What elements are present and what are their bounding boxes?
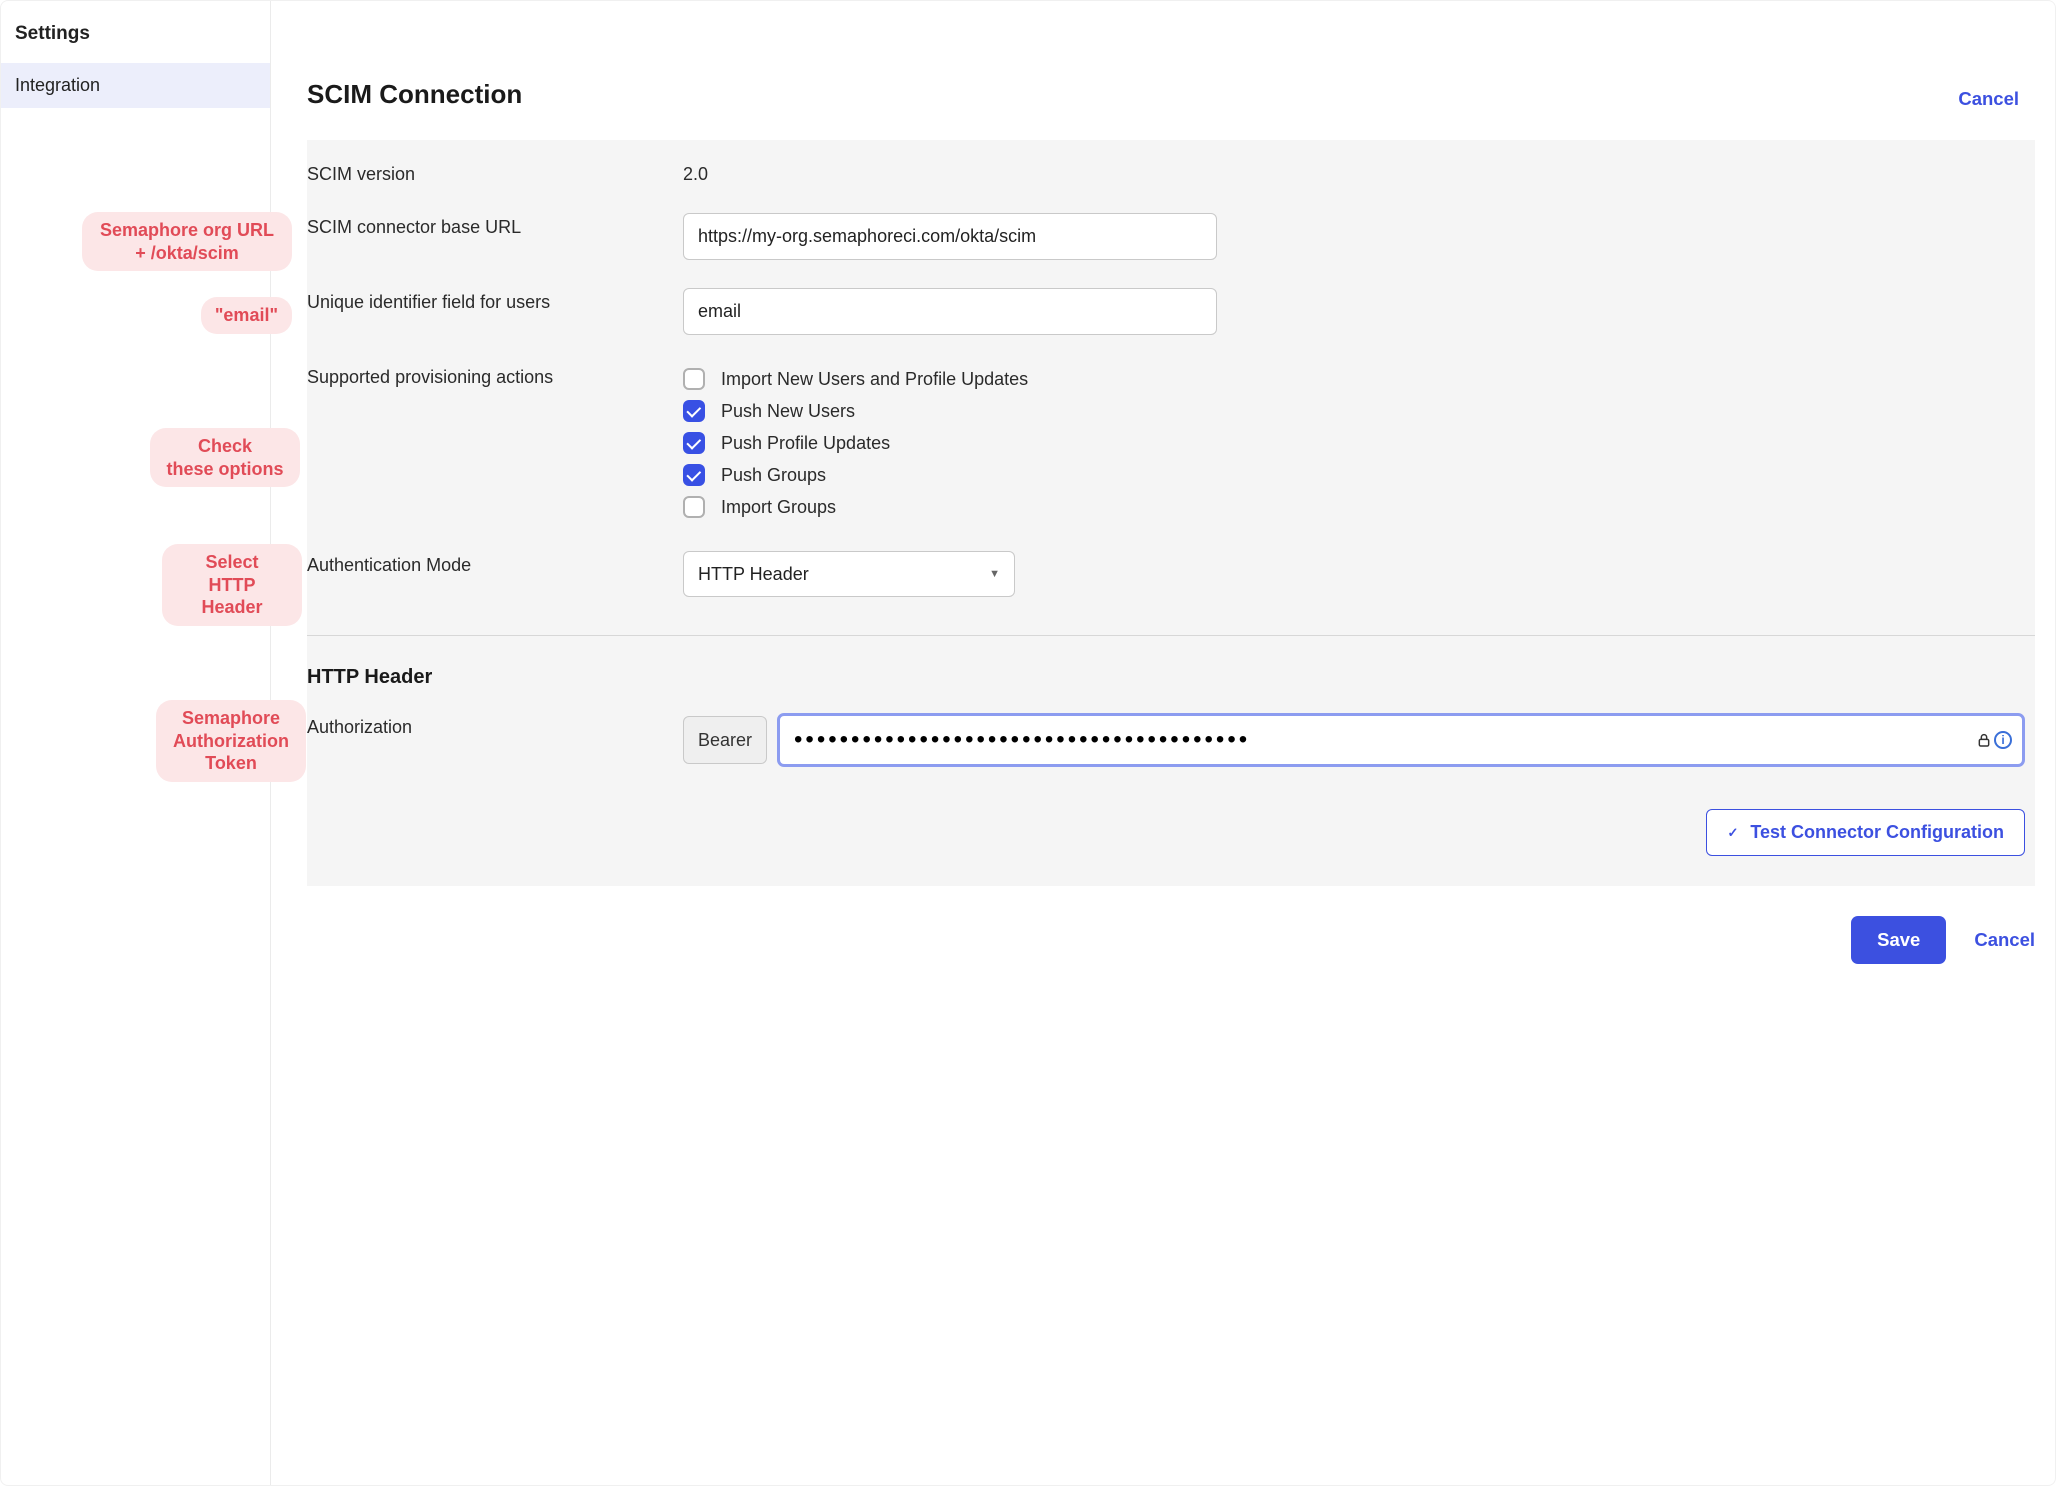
row-auth-mode: Authentication Mode HTTP Header ▼ <box>307 537 2035 611</box>
test-row: ✓ Test Connector Configuration <box>307 781 2035 856</box>
main-content: SCIM Connection Cancel SCIM version 2.0 … <box>271 1 2055 1485</box>
scim-form: SCIM version 2.0 SCIM connector base URL… <box>307 140 2035 886</box>
test-connector-button[interactable]: ✓ Test Connector Configuration <box>1706 809 2025 856</box>
checkbox-label: Import Groups <box>721 497 836 518</box>
callout-base-url: Semaphore org URL + /okta/scim <box>82 212 292 271</box>
test-connector-label: Test Connector Configuration <box>1750 822 2004 843</box>
page-title: SCIM Connection <box>307 79 522 110</box>
base-url-input[interactable] <box>683 213 1217 260</box>
page-header: SCIM Connection Cancel <box>271 1 2055 140</box>
http-header-title: HTTP Header <box>307 636 2035 699</box>
checkbox[interactable] <box>683 400 705 422</box>
uid-input[interactable] <box>683 288 1217 335</box>
provisioning-list: Import New Users and Profile Updates Push… <box>683 363 2035 523</box>
bearer-prefix: Bearer <box>683 716 767 764</box>
provisioning-option: Push New Users <box>683 395 2025 427</box>
row-authorization: Authorization Bearer i <box>307 699 2035 781</box>
provisioning-option: Push Groups <box>683 459 2025 491</box>
chevron-down-icon: ▼ <box>989 568 1000 580</box>
save-button[interactable]: Save <box>1851 916 1946 964</box>
cancel-bottom-button[interactable]: Cancel <box>1974 929 2035 951</box>
provisioning-option: Import Groups <box>683 491 2025 523</box>
row-base-url: SCIM connector base URL <box>307 199 2035 274</box>
provisioning-option: Push Profile Updates <box>683 427 2025 459</box>
label-uid: Unique identifier field for users <box>307 288 683 313</box>
checkbox-label: Import New Users and Profile Updates <box>721 369 1028 390</box>
auth-mode-value: HTTP Header <box>698 564 989 585</box>
auth-mode-select[interactable]: HTTP Header ▼ <box>683 551 1015 597</box>
value-scim-version: 2.0 <box>683 160 2035 185</box>
app-frame: Settings Integration Semaphore org URL +… <box>0 0 2056 1486</box>
row-uid: Unique identifier field for users <box>307 274 2035 349</box>
row-scim-version: SCIM version 2.0 <box>307 140 2035 199</box>
label-scim-version: SCIM version <box>307 160 683 185</box>
label-base-url: SCIM connector base URL <box>307 213 683 238</box>
token-field-wrapper: i <box>777 713 2025 767</box>
checkbox-label: Push Groups <box>721 465 826 486</box>
checkbox[interactable] <box>683 496 705 518</box>
info-icon: i <box>1994 731 2012 749</box>
checkbox-label: Push Profile Updates <box>721 433 890 454</box>
cancel-top-button[interactable]: Cancel <box>1958 88 2019 110</box>
checkbox-label: Push New Users <box>721 401 855 422</box>
checkbox[interactable] <box>683 368 705 390</box>
checkbox[interactable] <box>683 432 705 454</box>
label-auth-mode: Authentication Mode <box>307 551 683 576</box>
sidebar-title: Settings <box>1 1 270 63</box>
row-provisioning: Supported provisioning actions Import Ne… <box>307 349 2035 537</box>
check-icon: ✓ <box>1727 825 1738 841</box>
footer-actions: Save Cancel <box>307 916 2035 964</box>
label-authorization: Authorization <box>307 713 683 738</box>
sidebar-item-integration[interactable]: Integration <box>1 63 270 108</box>
label-provisioning: Supported provisioning actions <box>307 363 683 388</box>
checkbox[interactable] <box>683 464 705 486</box>
provisioning-option: Import New Users and Profile Updates <box>683 363 2025 395</box>
authorization-token-input[interactable] <box>782 718 1976 762</box>
lock-icon <box>1976 732 1992 748</box>
token-icons: i <box>1976 731 2020 749</box>
settings-sidebar: Settings Integration Semaphore org URL +… <box>1 1 271 1485</box>
